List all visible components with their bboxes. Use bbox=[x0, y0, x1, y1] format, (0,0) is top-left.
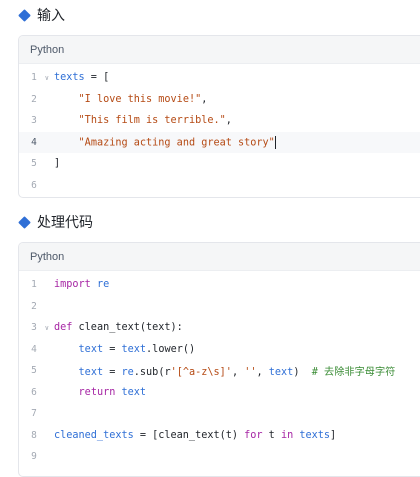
code-text: text = text.lower() bbox=[49, 343, 196, 355]
line-number: 5 bbox=[31, 158, 37, 170]
code-token: .sub(r bbox=[133, 367, 171, 379]
code-token: re bbox=[121, 367, 134, 379]
code-token: text bbox=[268, 367, 294, 379]
line-number: 6 bbox=[31, 386, 37, 398]
code-token: t bbox=[262, 429, 281, 441]
code-token: "I love this movie!" bbox=[78, 93, 202, 105]
code-line[interactable]: 6 bbox=[19, 175, 420, 197]
code-line[interactable]: 6 return text bbox=[19, 382, 420, 404]
code-text: "This film is terrible.", bbox=[49, 115, 232, 126]
code-token: = bbox=[103, 343, 122, 355]
code-line[interactable]: 9 bbox=[19, 446, 420, 468]
code-line[interactable]: 3 ∨ def clean_text(text): bbox=[19, 317, 420, 339]
line-number: 2 bbox=[31, 93, 37, 105]
code-text: import re bbox=[49, 279, 109, 290]
line-number: 8 bbox=[31, 429, 37, 441]
code-line[interactable]: 4 "Amazing acting and great story" bbox=[19, 131, 420, 153]
diamond-icon bbox=[18, 215, 31, 229]
code-token: .lower() bbox=[146, 343, 196, 355]
code-token: '[^a-z\s]' bbox=[170, 367, 232, 379]
code-token: # 去除非字母字符 bbox=[311, 367, 396, 379]
code-text: "Amazing acting and great story" bbox=[49, 135, 276, 149]
section-title: 输入 bbox=[37, 7, 65, 23]
code-line[interactable]: 5 text = re.sub(r'[^a-z\s]', '', text) #… bbox=[19, 360, 420, 382]
code-token: = [ bbox=[84, 72, 110, 84]
code-token: re bbox=[96, 279, 110, 291]
line-number: 3 bbox=[31, 115, 37, 127]
code-line[interactable]: 1 ∨ texts = [ bbox=[19, 67, 420, 89]
code-line[interactable]: 8 cleaned_texts = [clean_text(t) for t in… bbox=[19, 425, 420, 447]
code-line[interactable]: 2 "I love this movie!", bbox=[19, 89, 420, 111]
code-token: texts bbox=[54, 72, 85, 84]
section-heading-input: 输入 bbox=[18, 5, 65, 25]
code-text: def clean_text(text): bbox=[49, 322, 183, 333]
code-token: = bbox=[103, 367, 122, 379]
code-editor[interactable]: 1 ∨ texts = [2 "I love this movie!", 3 "Thi… bbox=[19, 64, 420, 197]
diamond-icon bbox=[18, 8, 31, 22]
code-token: text bbox=[121, 386, 147, 398]
code-line[interactable]: 1 import re bbox=[19, 274, 420, 296]
line-number: 5 bbox=[31, 365, 37, 377]
code-text: return text bbox=[49, 386, 147, 398]
code-line[interactable]: 3 "This film is terrible.", bbox=[19, 110, 420, 132]
code-token: text bbox=[78, 343, 104, 355]
code-block-process[interactable]: Python 1 import re 2 3 ∨ def clean_text(text)… bbox=[18, 242, 420, 477]
section-heading-process: 处理代码 bbox=[18, 212, 93, 232]
code-line[interactable]: 2 bbox=[19, 296, 420, 318]
code-text: texts = [ bbox=[49, 72, 109, 83]
line-number: 2 bbox=[31, 300, 37, 312]
code-line[interactable]: 7 bbox=[19, 403, 420, 425]
line-number: 7 bbox=[31, 408, 37, 420]
line-number: 1 bbox=[31, 279, 37, 291]
code-token: ) bbox=[293, 367, 312, 379]
chevron-down-icon[interactable]: ∨ bbox=[45, 324, 49, 332]
code-line[interactable]: 4 text = text.lower() bbox=[19, 339, 420, 361]
code-token: import bbox=[54, 279, 91, 291]
code-token: "This film is terrible." bbox=[78, 115, 226, 127]
code-token: for bbox=[244, 429, 263, 441]
code-text: text = re.sub(r'[^a-z\s]', '', text) # 去… bbox=[49, 363, 396, 379]
code-token: return bbox=[78, 386, 116, 398]
code-token: , bbox=[256, 367, 269, 379]
code-language-label: Python bbox=[19, 243, 420, 271]
code-token: clean_text(text): bbox=[72, 322, 183, 334]
line-number: 3 ∨ bbox=[31, 322, 49, 334]
line-number: 4 bbox=[31, 136, 37, 148]
text-cursor bbox=[274, 135, 276, 149]
code-block-input[interactable]: Python 1 ∨ texts = [2 "I love this movie!"… bbox=[18, 35, 420, 198]
line-number: 9 bbox=[31, 451, 37, 463]
code-line[interactable]: 5] bbox=[19, 153, 420, 175]
code-token: text bbox=[78, 367, 104, 379]
code-language-label: Python bbox=[19, 36, 420, 64]
chevron-down-icon[interactable]: ∨ bbox=[45, 74, 49, 82]
code-token: , bbox=[225, 115, 232, 127]
code-token: in bbox=[280, 429, 294, 441]
code-token: = [clean_text(t) bbox=[133, 429, 245, 441]
code-text: "I love this movie!", bbox=[49, 93, 208, 105]
code-text: ] bbox=[49, 158, 60, 169]
code-token: , bbox=[231, 367, 245, 379]
code-token: text bbox=[121, 343, 147, 355]
code-token: def bbox=[54, 322, 73, 334]
code-token: ] bbox=[330, 429, 337, 441]
code-token: '' bbox=[244, 367, 257, 379]
code-token: , bbox=[201, 93, 208, 105]
line-number: 4 bbox=[31, 343, 37, 355]
code-token: cleaned_texts bbox=[54, 429, 134, 441]
code-editor[interactable]: 1 import re 2 3 ∨ def clean_text(text): 4 text… bbox=[19, 271, 420, 471]
line-number: 1 ∨ bbox=[31, 72, 49, 84]
code-text: cleaned_texts = [clean_text(t) for t in … bbox=[49, 430, 336, 441]
code-token: "Amazing acting and great story" bbox=[78, 137, 275, 149]
line-number: 6 bbox=[31, 179, 37, 191]
section-title: 处理代码 bbox=[37, 214, 93, 230]
code-token: texts bbox=[299, 429, 331, 441]
code-token: ] bbox=[54, 158, 61, 170]
